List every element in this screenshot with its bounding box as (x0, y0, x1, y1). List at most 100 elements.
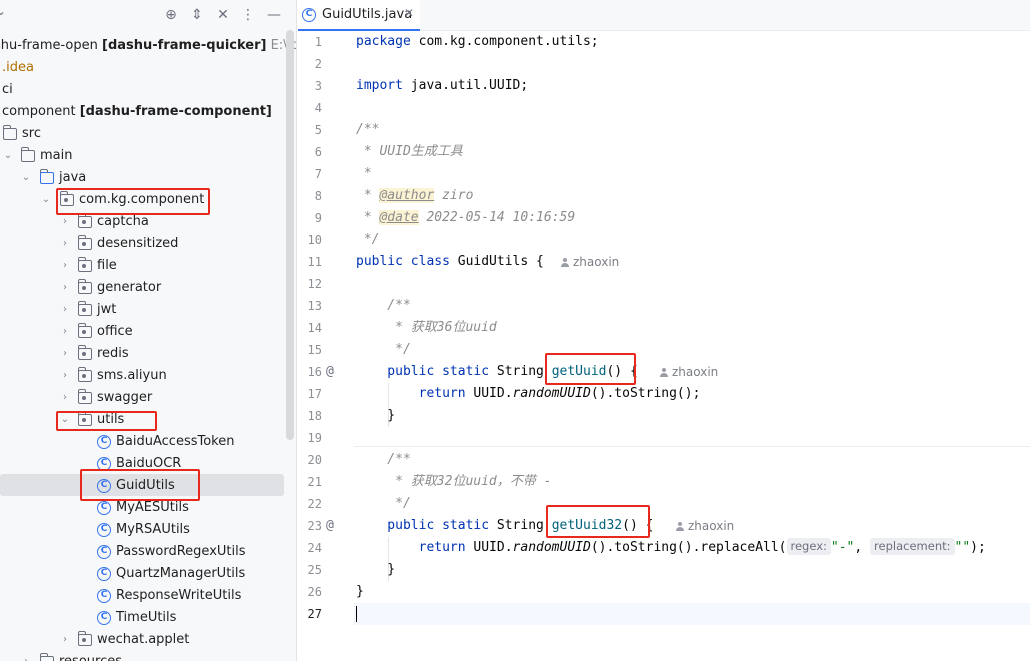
keyword: return (356, 540, 466, 555)
project-toolbar: ⌄ ⊕ ⇕ ✕ ⋮ — (0, 0, 296, 30)
tree-item-resources[interactable]: › resources (0, 651, 296, 661)
tree-item-label: generator (97, 280, 162, 295)
tree-item-generator[interactable]: › generator (0, 277, 296, 299)
tree-item-timeutils[interactable]: C TimeUtils (0, 607, 296, 629)
chevron-right-icon[interactable]: › (20, 651, 32, 661)
author-hint[interactable]: zhaoxin (560, 251, 619, 273)
chevron-right-icon[interactable]: › (59, 321, 71, 343)
tree-item-passwordregexutils[interactable]: C PasswordRegexUtils (0, 541, 296, 563)
tree-item-utils[interactable]: ⌄ utils (0, 409, 296, 431)
chevron-right-icon[interactable]: › (59, 343, 71, 365)
chevron-right-icon[interactable]: › (59, 255, 71, 277)
line-number: 23 (307, 519, 322, 533)
tree-item-label: java (59, 170, 87, 185)
tree-item-sms-aliyun[interactable]: › sms.aliyun (0, 365, 296, 387)
tree-item-ci[interactable]: ci (0, 79, 296, 101)
code-area[interactable]: package com.kg.component.utils; import j… (356, 31, 1030, 661)
line-number: 13 (307, 299, 322, 313)
expand-all-icon[interactable]: ⇕ (187, 5, 207, 25)
collapse-all-icon[interactable]: ✕ (213, 5, 233, 25)
tree-item-baiduocr[interactable]: C BaiduOCR (0, 453, 296, 475)
tree-item-redis[interactable]: › redis (0, 343, 296, 365)
code-line-6: * UUID生成工具 (356, 144, 463, 159)
annotation-gutter-icon[interactable]: @ (326, 515, 340, 537)
class-icon: C (97, 611, 111, 625)
package-icon (77, 411, 92, 426)
annotation-gutter-icon[interactable]: @ (326, 361, 340, 383)
tree-item-guidutils[interactable]: C GuidUtils (0, 475, 296, 497)
code-text: UUID. (465, 386, 513, 401)
tree-item-label: shu-frame-open (0, 38, 102, 53)
chevron-right-icon[interactable]: › (59, 277, 71, 299)
chevron-right-icon[interactable]: › (59, 629, 71, 651)
tree-item-label: MyAESUtils (116, 500, 189, 515)
tree-item-desensitized[interactable]: › desensitized (0, 233, 296, 255)
package-icon (59, 191, 74, 206)
tree-item-swagger[interactable]: › swagger (0, 387, 296, 409)
chevron-right-icon[interactable]: › (59, 211, 71, 233)
package-icon (77, 257, 92, 272)
author-name: zhaoxin (672, 365, 719, 379)
tree-item-wechat-applet[interactable]: › wechat.applet (0, 629, 296, 651)
chevron-down-icon[interactable]: ⌄ (0, 4, 6, 18)
class-icon: C (97, 545, 111, 559)
folder-icon (2, 125, 17, 140)
tree-item-package[interactable]: ⌄ com.kg.component (0, 189, 296, 211)
author-hint[interactable]: zhaoxin (659, 361, 718, 383)
author-hint[interactable]: zhaoxin (675, 515, 734, 537)
class-icon: C (97, 479, 111, 493)
chevron-right-icon[interactable]: › (59, 387, 71, 409)
package-icon (77, 345, 92, 360)
folder-icon (39, 653, 54, 661)
tree-item-root[interactable]: shu-frame-open [dashu-frame-quicker] E:\… (0, 35, 296, 57)
tree-item-src[interactable]: src (0, 123, 296, 145)
chevron-right-icon[interactable]: › (59, 233, 71, 255)
tree-item-label: QuartzManagerUtils (116, 566, 246, 581)
tree-item-jwt[interactable]: › jwt (0, 299, 296, 321)
crosshair-icon[interactable]: ⊕ (161, 5, 181, 25)
tree-item-file[interactable]: › file (0, 255, 296, 277)
tree-item-java[interactable]: ⌄ java (0, 167, 296, 189)
code-line-7: * (356, 166, 372, 181)
chevron-down-icon[interactable]: ⌄ (40, 189, 52, 211)
tree-item-baiduaccesstoken[interactable]: C BaiduAccessToken (0, 431, 296, 453)
tree-item-label: swagger (97, 390, 153, 405)
tree-item-captcha[interactable]: › captcha (0, 211, 296, 233)
tree-item-myaesutils[interactable]: C MyAESUtils (0, 497, 296, 519)
chevron-right-icon[interactable]: › (59, 365, 71, 387)
minimize-icon[interactable]: — (264, 5, 284, 25)
tree-item-label: PasswordRegexUtils (116, 544, 246, 559)
more-icon[interactable]: ⋮ (238, 5, 258, 25)
package-icon (77, 279, 92, 294)
code-line-17: return UUID.randomUUID().toString(); (356, 383, 701, 405)
chevron-down-icon[interactable]: ⌄ (59, 409, 71, 431)
project-scrollbar[interactable] (286, 30, 294, 440)
close-icon[interactable]: ✕ (404, 6, 414, 20)
line-number: 25 (307, 563, 322, 577)
tree-item-quartzmanagerutils[interactable]: C QuartzManagerUtils (0, 563, 296, 585)
tree-item-responsewriteutils[interactable]: C ResponseWriteUtils (0, 585, 296, 607)
tree-item-office[interactable]: › office (0, 321, 296, 343)
static-call: randomUUID (512, 540, 591, 555)
tree-item-idea[interactable]: .idea (0, 57, 296, 79)
chevron-down-icon[interactable]: ⌄ (2, 145, 14, 167)
tree-item-component[interactable]: component [dashu-frame-component] (0, 101, 296, 123)
comment-text: ziro (434, 188, 474, 203)
comment-text: 2022-05-14 10:16:59 (418, 210, 576, 225)
method-name[interactable]: getUuid (552, 364, 607, 379)
code-line-10: */ (356, 232, 380, 247)
tree-item-myrsautils[interactable]: C MyRSAUtils (0, 519, 296, 541)
tab-guidutils[interactable]: C GuidUtils.java ✕ (298, 0, 420, 31)
line-number: 15 (307, 343, 322, 357)
line-number: 3 (314, 79, 322, 93)
chevron-right-icon[interactable]: › (59, 299, 71, 321)
method-name[interactable]: getUuid32 (552, 518, 622, 533)
tree-item-main[interactable]: ⌄ main (0, 145, 296, 167)
tree-item-label: MyRSAUtils (116, 522, 190, 537)
keyword: public class (356, 254, 450, 269)
package-icon (77, 235, 92, 250)
line-number: 1 (314, 35, 322, 49)
class-icon: C (97, 457, 111, 471)
code-text: ); (970, 540, 986, 555)
chevron-down-icon[interactable]: ⌄ (20, 167, 32, 189)
